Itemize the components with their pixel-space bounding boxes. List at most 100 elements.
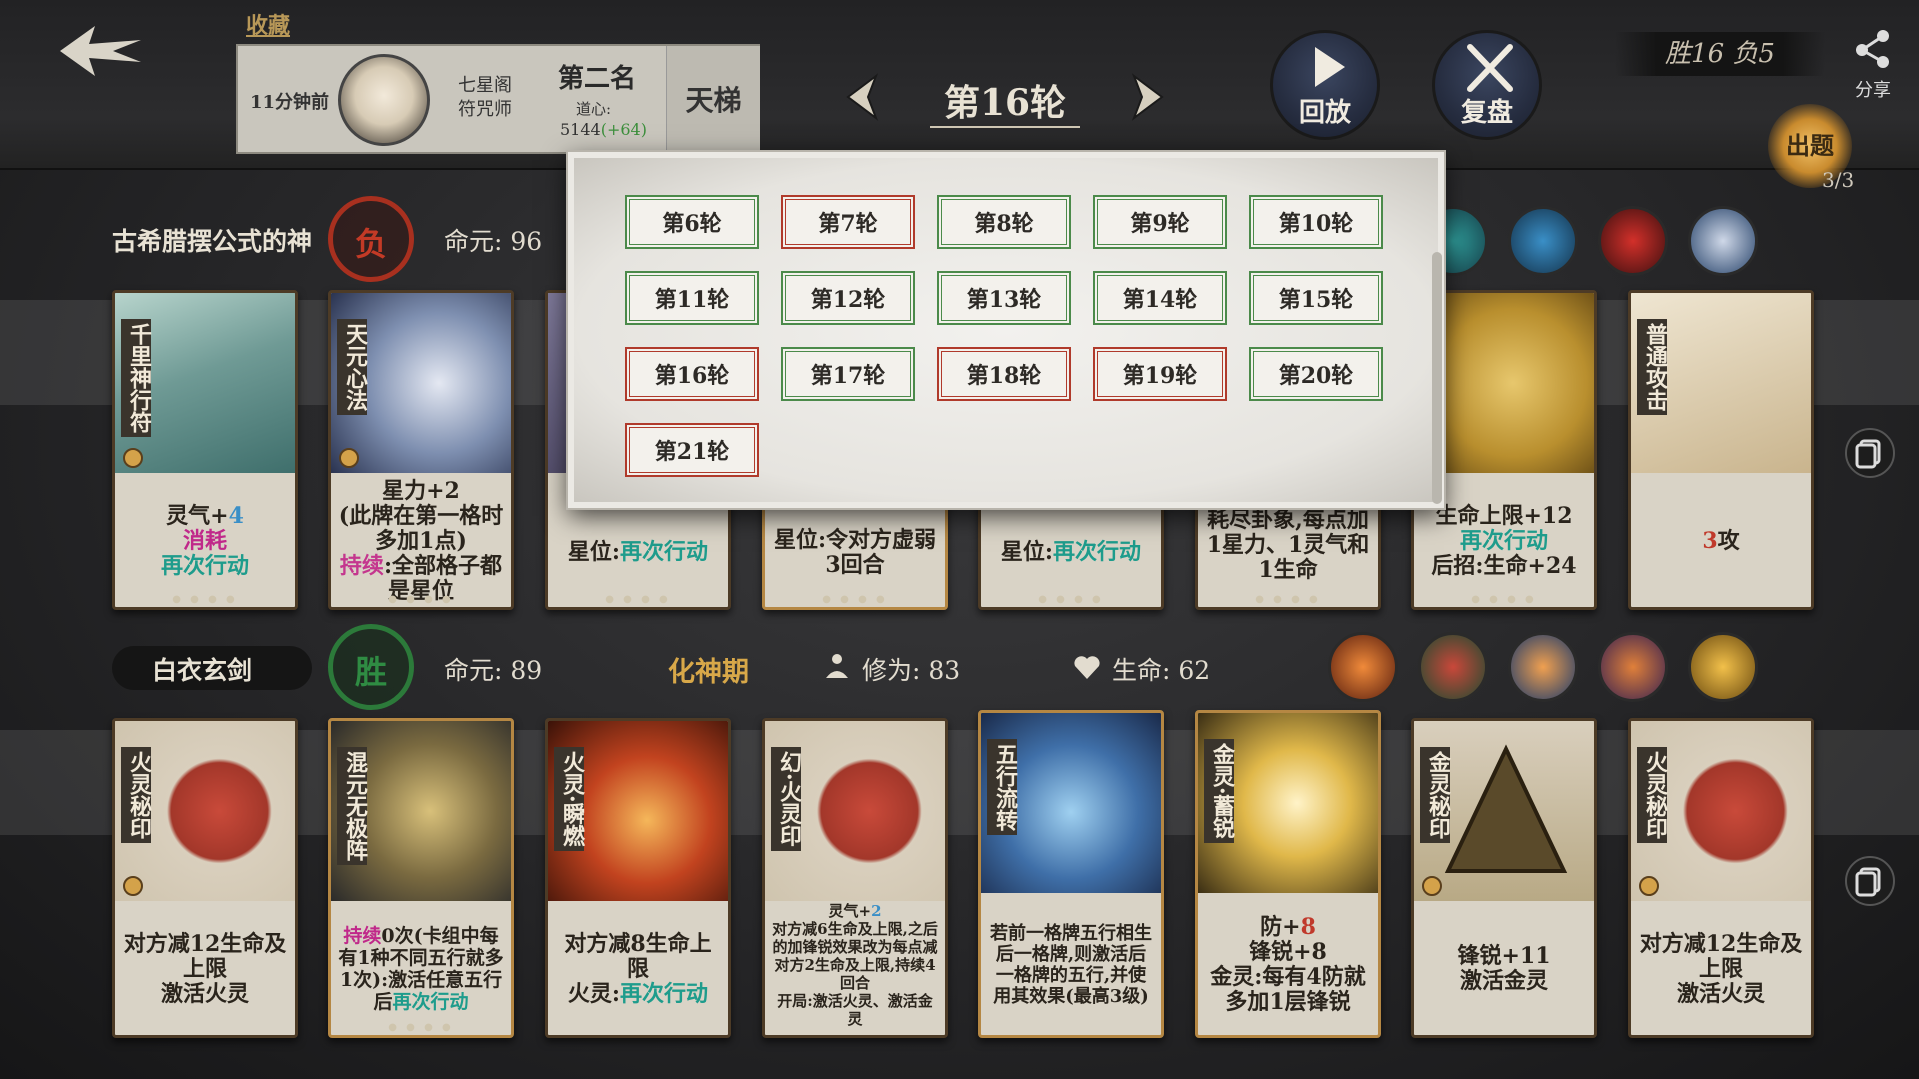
desc-value: 8 — [1300, 914, 1316, 940]
desc-text: 防+ — [1260, 914, 1301, 940]
desc-line: 灵气+2 — [828, 902, 881, 920]
round-button-8[interactable]: 第8轮 — [937, 195, 1071, 249]
opponent-avatar[interactable] — [338, 54, 430, 146]
mingyuan-value: 96 — [510, 227, 543, 256]
player-life: 生命: 62 — [1112, 651, 1210, 687]
xiuwei-value: 83 — [928, 656, 961, 685]
desc-keyword: 再次行动 — [1459, 527, 1548, 554]
player-mingyuan: 命元: 89 — [444, 651, 542, 687]
card-description: 对方减8生命上限 火灵:再次行动 — [554, 913, 722, 1025]
replay-button[interactable]: 回放 — [1270, 30, 1380, 140]
round-button-11[interactable]: 第11轮 — [625, 271, 759, 325]
desc-text: 灵气+ — [166, 502, 229, 529]
card-element-icon — [123, 448, 143, 468]
card-description: 生命上限+12 再次行动 后招:生命+24 — [1420, 485, 1588, 597]
meditation-icon — [826, 654, 848, 678]
player-card-7[interactable]: 金灵秘印 锋锐+11 激活金灵 — [1411, 718, 1597, 1038]
player-skill-icon-2[interactable] — [1418, 632, 1488, 702]
daoxin-value: 5144(+64) — [560, 120, 647, 139]
sect-name: 七星阁 — [458, 75, 512, 96]
share-label: 分享 — [1855, 80, 1891, 101]
opponent-skill-icon-3[interactable] — [1598, 206, 1668, 276]
mingyuan-label: 命元: — [444, 656, 503, 685]
round-button-9[interactable]: 第9轮 — [1093, 195, 1227, 249]
quiz-label: 出题 — [1786, 131, 1834, 160]
card-name: 火灵秘印 — [1637, 747, 1668, 843]
win-loss-record: 胜16 负5 — [1615, 32, 1825, 76]
opponent-card-1[interactable]: 千里神行符 灵气+4 消耗 再次行动 ● ● ● ● — [112, 290, 298, 610]
player-card-3[interactable]: 火灵·瞬燃 对方减8生命上限 火灵:再次行动 — [545, 718, 731, 1038]
opponent-skill-icon-2[interactable] — [1508, 206, 1578, 276]
desc-text: 锋锐+8 — [1249, 939, 1327, 965]
player-card-8[interactable]: 火灵秘印 对方减12生命及上限 激活火灵 — [1628, 718, 1814, 1038]
opponent-card-2[interactable]: 天元心法 星力+2 (此牌在第一格时多加1点) 持续:全部格子都是星位 ● ● … — [328, 290, 514, 610]
player-skill-icon-1[interactable] — [1328, 632, 1398, 702]
card-description: 对方减12生命及上限 激活火灵 — [121, 913, 289, 1025]
desc-text: (此牌在第一格时多加1点) — [338, 502, 504, 554]
player-xiuwei: 修为: 83 — [862, 651, 960, 687]
player-skill-icon-4[interactable] — [1598, 632, 1668, 702]
player-card-1[interactable]: 火灵秘印 对方减12生命及上限 激活火灵 — [112, 718, 298, 1038]
round-button-12[interactable]: 第12轮 — [781, 271, 915, 325]
round-button-21[interactable]: 第21轮 — [625, 423, 759, 477]
desc-text: 星位: — [1000, 539, 1054, 565]
card-description: 防+8 锋锐+8 金灵:每有4防就多加1层锋锐 — [1204, 905, 1372, 1025]
player-skill-icon-5[interactable] — [1688, 632, 1758, 702]
round-button-13[interactable]: 第13轮 — [937, 271, 1071, 325]
card-description: 对方减12生命及上限 激活火灵 — [1637, 913, 1805, 1025]
desc-keyword: 持续 — [343, 925, 382, 947]
back-button[interactable] — [55, 20, 145, 82]
round-button-19[interactable]: 第19轮 — [1093, 347, 1227, 401]
next-round-button[interactable] — [1120, 72, 1170, 122]
player-deck-button[interactable] — [1845, 856, 1895, 906]
desc-text: 后招:生命+24 — [1431, 552, 1577, 579]
desc-text: 锋锐+11 — [1457, 943, 1551, 969]
current-round-title[interactable]: 第16轮 — [930, 74, 1080, 128]
desc-line: 防+8 — [1260, 915, 1316, 940]
opponent-deck-button[interactable] — [1845, 428, 1895, 478]
round-button-16[interactable]: 第16轮 — [625, 347, 759, 401]
desc-text: 耗尽卦象,每点加1星力、1灵气和1生命 — [1206, 506, 1370, 583]
share-button[interactable]: 分享 — [1845, 28, 1901, 101]
favorites-link[interactable]: 收藏 — [246, 8, 290, 40]
opponent-mingyuan: 命元: 96 — [444, 222, 542, 258]
card-description: 星位:再次行动 — [554, 508, 722, 597]
life-label: 生命: — [1112, 656, 1171, 685]
previous-round-button[interactable] — [840, 72, 890, 122]
round-button-6[interactable]: 第6轮 — [625, 195, 759, 249]
desc-text: 生命上限+12 — [1435, 502, 1573, 529]
desc-line: 持续0次(卡组中每有1种不同五行就多1次):激活任意五行后再次行动 — [337, 925, 505, 1013]
desc-line: 火灵:再次行动 — [567, 980, 708, 1007]
round-button-15[interactable]: 第15轮 — [1249, 271, 1383, 325]
card-name: 天元心法 — [337, 319, 368, 415]
player-card-4[interactable]: 幻·火灵印 灵气+2 对方减6生命及上限,之后的加锋锐效果改为每点减对方2生命及… — [762, 718, 948, 1038]
desc-text: 对方减12生命及上限 — [1639, 930, 1803, 982]
player-skill-icon-3[interactable] — [1508, 632, 1578, 702]
player-card-6[interactable]: 金灵·蓄锐 防+8 锋锐+8 金灵:每有4防就多加1层锋锐 — [1195, 710, 1381, 1038]
round-button-10[interactable]: 第10轮 — [1249, 195, 1383, 249]
player-card-2[interactable]: 混元无极阵 持续0次(卡组中每有1种不同五行就多1次):激活任意五行后再次行动 … — [328, 718, 514, 1038]
desc-text: 金灵:每有4防就多加1层锋锐 — [1210, 964, 1366, 1015]
card-name: 火灵秘印 — [121, 747, 152, 843]
opponent-card-8[interactable]: 普通攻击 3攻 — [1628, 290, 1814, 610]
round-button-14[interactable]: 第14轮 — [1093, 271, 1227, 325]
card-element-icon — [1639, 876, 1659, 896]
round-button-20[interactable]: 第20轮 — [1249, 347, 1383, 401]
round-button-17[interactable]: 第17轮 — [781, 347, 915, 401]
round-button-18[interactable]: 第18轮 — [937, 347, 1071, 401]
round-panel-scrollbar[interactable] — [1432, 252, 1442, 504]
ladder-tab[interactable]: 天梯 — [666, 46, 760, 152]
review-button[interactable]: 复盘 — [1432, 30, 1542, 140]
desc-line: 3攻 — [1702, 528, 1739, 554]
card-description: 持续0次(卡组中每有1种不同五行就多1次):激活任意五行后再次行动 — [337, 913, 505, 1025]
opponent-skill-icon-4[interactable] — [1688, 206, 1758, 276]
player-card-5[interactable]: 五行流转 若前一格牌五行相生后一格牌,则激活后一格牌的五行,并使用其效果(最高3… — [978, 710, 1164, 1038]
desc-text: 星位:令对方虚弱3回合 — [773, 526, 937, 578]
chevron-right-icon — [1131, 73, 1164, 121]
share-icon — [1856, 30, 1889, 68]
opponent-info-panel: 11分钟前 七星阁 符咒师 第二名 道心: 5144(+64) 天梯 — [236, 44, 760, 154]
desc-text: 火灵: — [567, 980, 621, 1007]
card-description: 耗尽卦象,每点加1星力、1灵气和1生命 — [1204, 493, 1372, 597]
desc-text: 星位: — [567, 539, 621, 565]
round-button-7[interactable]: 第7轮 — [781, 195, 915, 249]
